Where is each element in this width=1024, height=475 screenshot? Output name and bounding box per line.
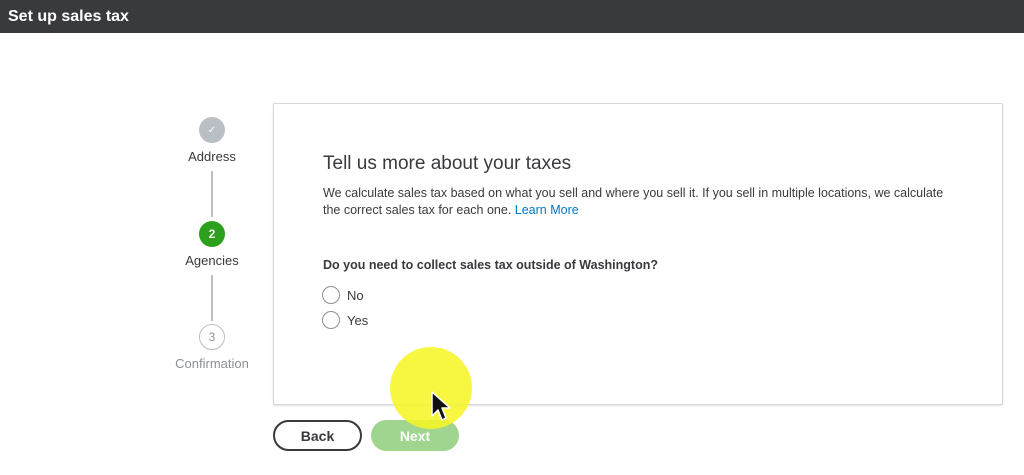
radio-label-yes: Yes	[347, 312, 369, 328]
card-heading: Tell us more about your taxes	[323, 153, 572, 174]
card-description: We calculate sales tax based on what you…	[323, 185, 963, 219]
step-connector	[211, 171, 213, 217]
step-label-confirmation: Confirmation	[175, 356, 249, 371]
step-number-badge: 2	[199, 221, 225, 247]
step-address[interactable]: ✓ Address	[160, 117, 264, 164]
question-label: Do you need to collect sales tax outside…	[323, 258, 658, 272]
radio-button-no[interactable]	[322, 286, 340, 304]
title-bar: Set up sales tax	[0, 0, 1024, 33]
window-title: Set up sales tax	[8, 7, 129, 25]
step-confirmation: 3 Confirmation	[160, 324, 264, 371]
radio-label-no: No	[347, 287, 364, 303]
radio-option-no[interactable]: No	[322, 286, 364, 304]
step-connector	[211, 275, 213, 321]
learn-more-link[interactable]: Learn More	[515, 203, 579, 217]
progress-stepper: ✓ Address 2 Agencies 3 Confirmation	[160, 110, 264, 390]
back-button[interactable]: Back	[273, 420, 362, 451]
step-agencies: 2 Agencies	[160, 221, 264, 268]
step-number-badge: 3	[199, 324, 225, 350]
sales-tax-question-card: Tell us more about your taxes We calcula…	[273, 103, 1003, 405]
step-label-agencies: Agencies	[185, 253, 239, 268]
description-text: We calculate sales tax based on what you…	[323, 186, 944, 217]
step-label-address: Address	[188, 149, 236, 164]
step-complete-checkmark-icon: ✓	[199, 117, 225, 143]
radio-button-yes[interactable]	[322, 311, 340, 329]
radio-option-yes[interactable]: Yes	[322, 311, 368, 329]
mouse-pointer-icon	[431, 391, 451, 421]
